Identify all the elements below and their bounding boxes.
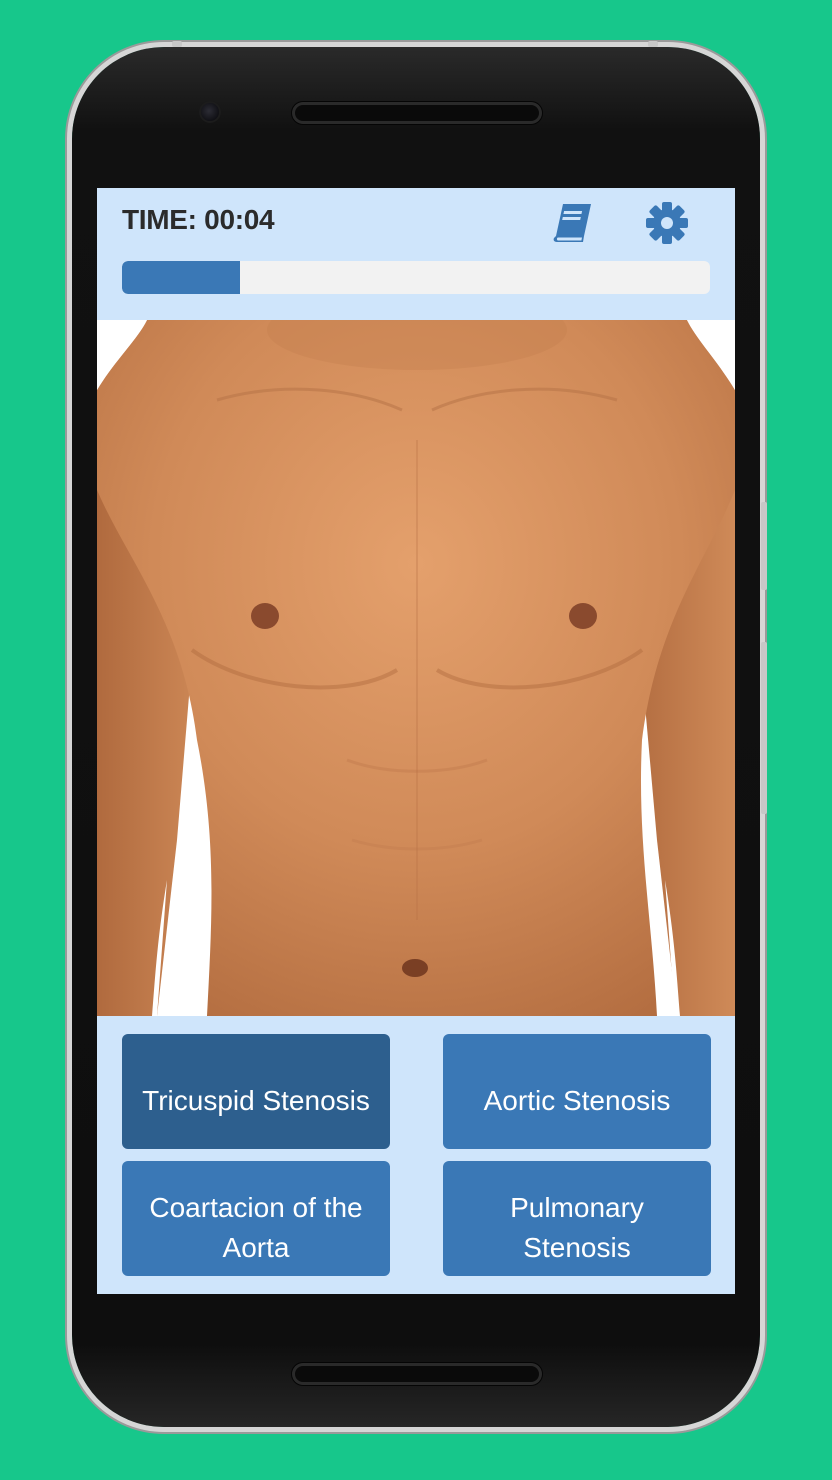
top-speaker	[292, 102, 542, 124]
answer-aortic-stenosis[interactable]: Aortic Stenosis	[443, 1034, 711, 1149]
answer-tricuspid-stenosis[interactable]: Tricuspid Stenosis	[122, 1034, 390, 1149]
phone-frame: TIME: 00:04 Tricuspid Stenosis Aortic St…	[72, 41, 767, 1427]
top-edge-left	[172, 41, 182, 47]
top-edge-right	[648, 41, 658, 47]
bottom-speaker	[292, 1363, 542, 1385]
volume-button	[761, 642, 767, 814]
front-camera	[199, 101, 221, 123]
power-button	[761, 502, 767, 590]
progress-fill	[122, 261, 240, 294]
torso-illustration	[97, 290, 735, 1016]
progress-bar	[122, 261, 710, 294]
app-screen: TIME: 00:04 Tricuspid Stenosis Aortic St…	[97, 188, 735, 1294]
answer-pulmonary-stenosis[interactable]: Pulmonary Stenosis	[443, 1161, 711, 1276]
timer-label: TIME: 00:04	[122, 204, 275, 235]
header-bar: TIME: 00:04	[97, 188, 735, 320]
answers-panel: Tricuspid Stenosis Aortic Stenosis Coart…	[97, 1016, 735, 1294]
gear-icon[interactable]	[643, 200, 691, 246]
torso-image[interactable]	[97, 290, 735, 1016]
answer-coartacion-of-the-aorta[interactable]: Coartacion of the Aorta	[122, 1161, 390, 1276]
book-icon[interactable]	[549, 200, 597, 246]
